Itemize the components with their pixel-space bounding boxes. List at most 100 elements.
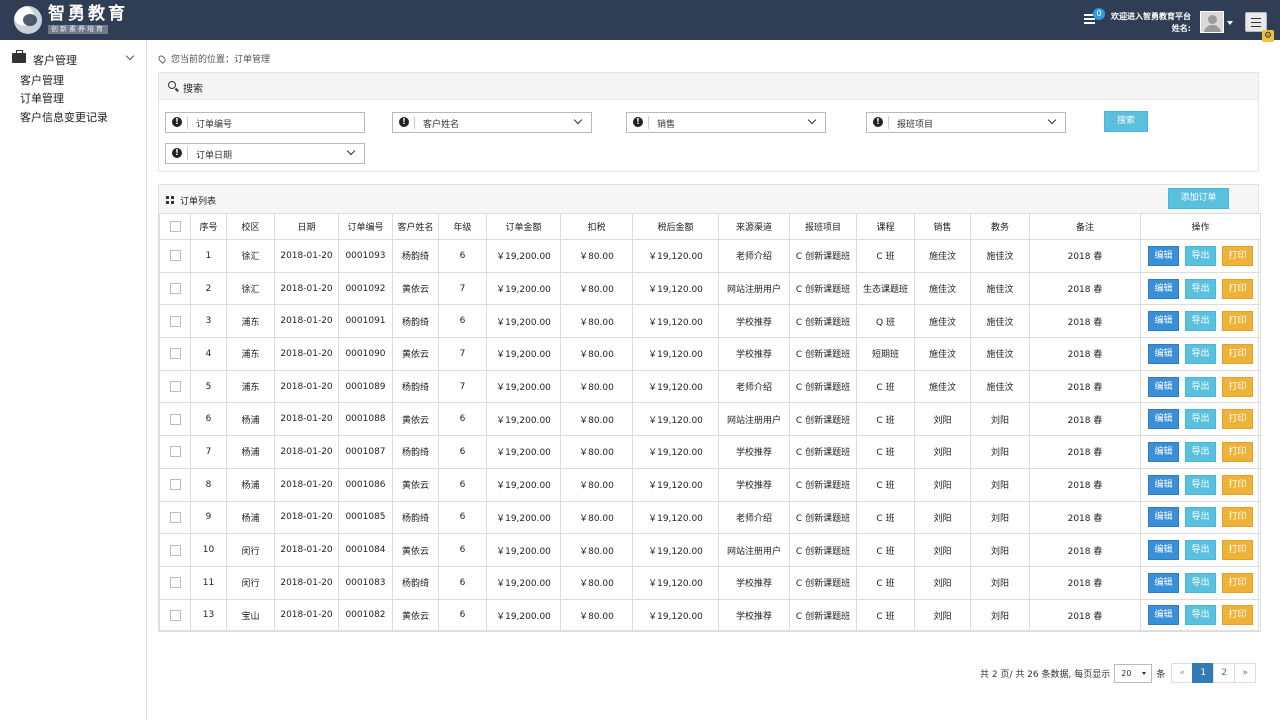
print-button[interactable]: 打印	[1222, 311, 1253, 332]
course-select[interactable]: ! 报班项目	[866, 112, 1066, 133]
select-all-checkbox[interactable]	[169, 221, 181, 232]
order-number-input[interactable]: ! 订单编号	[165, 112, 365, 133]
column-header: 销售	[914, 213, 971, 240]
cell-academic-affairs: 刘阳	[970, 500, 1030, 535]
edit-button[interactable]: 编辑	[1148, 311, 1179, 332]
export-button[interactable]: 导出	[1185, 507, 1216, 528]
export-button[interactable]: 导出	[1185, 572, 1216, 593]
cell-tax: ￥80.00	[560, 500, 633, 535]
sidebar-item-change-log[interactable]: 客户信息变更记录	[20, 109, 108, 125]
row-checkbox-cell[interactable]	[159, 598, 191, 633]
row-checkbox-cell[interactable]	[159, 304, 191, 339]
cell-sales: 施佳汶	[914, 271, 971, 306]
print-button[interactable]: 打印	[1222, 278, 1253, 299]
customer-name-select[interactable]: ! 客户姓名	[392, 112, 592, 133]
row-checkbox[interactable]	[169, 381, 181, 393]
notification-button[interactable]: 0	[1084, 8, 1105, 28]
menu-toggle-button[interactable]	[1245, 12, 1267, 32]
brand-logo[interactable]: 智勇教育 创新素养培育	[14, 5, 128, 34]
row-checkbox[interactable]	[169, 283, 181, 295]
export-button[interactable]: 导出	[1185, 278, 1216, 299]
export-button[interactable]: 导出	[1185, 474, 1216, 495]
page-2-button[interactable]: 2	[1213, 663, 1236, 683]
edit-button[interactable]: 编辑	[1148, 343, 1179, 364]
row-checkbox-cell[interactable]	[159, 369, 191, 404]
row-checkbox[interactable]	[169, 446, 181, 458]
edit-button[interactable]: 编辑	[1148, 245, 1179, 266]
row-checkbox-cell[interactable]	[159, 271, 191, 306]
print-button[interactable]: 打印	[1222, 409, 1253, 430]
export-button[interactable]: 导出	[1185, 441, 1216, 462]
sales-select[interactable]: ! 销售	[626, 112, 826, 133]
row-checkbox[interactable]	[169, 544, 181, 556]
edit-button[interactable]: 编辑	[1148, 441, 1179, 462]
row-checkbox-cell[interactable]	[159, 337, 191, 371]
edit-button[interactable]: 编辑	[1148, 605, 1179, 626]
print-button[interactable]: 打印	[1222, 441, 1253, 462]
caret-down-icon[interactable]	[1227, 21, 1233, 25]
export-button[interactable]: 导出	[1185, 343, 1216, 364]
row-checkbox-cell[interactable]	[159, 435, 191, 469]
export-button[interactable]: 导出	[1185, 245, 1216, 266]
cell-remark: 2018 春	[1029, 369, 1141, 404]
export-button[interactable]: 导出	[1185, 409, 1216, 430]
print-button[interactable]: 打印	[1222, 474, 1253, 495]
print-button[interactable]: 打印	[1222, 540, 1253, 561]
page-size-select[interactable]: 20	[1114, 663, 1153, 683]
print-button[interactable]: 打印	[1222, 343, 1253, 364]
row-checkbox[interactable]	[169, 413, 181, 425]
edit-button[interactable]: 编辑	[1148, 572, 1179, 593]
course-placeholder: 报班项目	[897, 120, 934, 130]
row-checkbox-cell[interactable]	[159, 402, 191, 437]
cell-grade: 6	[438, 500, 487, 535]
cell-date: 2018-01-20	[274, 337, 339, 371]
add-order-button[interactable]: 添加订单	[1168, 188, 1229, 209]
row-checkbox[interactable]	[169, 479, 181, 491]
row-checkbox[interactable]	[169, 250, 181, 262]
cell-order-amount: ￥19,200.00	[486, 500, 561, 535]
row-checkbox-cell[interactable]	[159, 500, 191, 535]
cell-remark: 2018 春	[1029, 304, 1141, 339]
prev-page-button[interactable]: «	[1171, 663, 1194, 683]
row-checkbox[interactable]	[169, 577, 181, 589]
edit-button[interactable]: 编辑	[1148, 278, 1179, 299]
cell-remark: 2018 春	[1029, 500, 1141, 535]
export-button[interactable]: 导出	[1185, 540, 1216, 561]
edit-button[interactable]: 编辑	[1148, 474, 1179, 495]
sidebar-group-customer[interactable]: 客户管理	[12, 50, 137, 67]
cell-academic-affairs: 施佳汶	[970, 337, 1030, 371]
order-date-select[interactable]: ! 订单日期	[165, 143, 365, 164]
print-button[interactable]: 打印	[1222, 572, 1253, 593]
edit-button[interactable]: 编辑	[1148, 507, 1179, 528]
print-button[interactable]: 打印	[1222, 507, 1253, 528]
cell-remark: 2018 春	[1029, 402, 1141, 437]
page-1-button[interactable]: 1	[1192, 663, 1215, 683]
export-button[interactable]: 导出	[1185, 605, 1216, 626]
row-checkbox[interactable]	[169, 348, 181, 360]
edit-button[interactable]: 编辑	[1148, 540, 1179, 561]
export-button[interactable]: 导出	[1185, 376, 1216, 397]
row-checkbox-cell[interactable]	[159, 239, 191, 273]
row-checkbox-cell[interactable]	[159, 533, 191, 567]
gear-icon[interactable]: ⚙	[1262, 30, 1274, 42]
row-checkbox[interactable]	[169, 315, 181, 327]
cell-customer-name: 杨韵绮	[392, 500, 439, 535]
next-page-button[interactable]: »	[1234, 663, 1257, 683]
select-all-checkbox-cell[interactable]	[159, 213, 191, 240]
print-button[interactable]: 打印	[1222, 376, 1253, 397]
search-button[interactable]: 搜索	[1104, 111, 1148, 132]
row-checkbox-cell[interactable]	[159, 467, 191, 502]
print-button[interactable]: 打印	[1222, 605, 1253, 626]
cell-class: C 班	[856, 402, 915, 437]
sidebar-item-customer[interactable]: 客户管理	[20, 72, 64, 88]
print-button[interactable]: 打印	[1222, 245, 1253, 266]
row-checkbox[interactable]	[169, 609, 181, 621]
row-checkbox[interactable]	[169, 511, 181, 523]
edit-button[interactable]: 编辑	[1148, 376, 1179, 397]
row-checkbox-cell[interactable]	[159, 565, 191, 600]
sidebar-item-orders[interactable]: 订单管理	[20, 90, 64, 106]
user-avatar[interactable]	[1200, 11, 1224, 33]
edit-button[interactable]: 编辑	[1148, 409, 1179, 430]
cell-campus: 浦东	[226, 369, 275, 404]
export-button[interactable]: 导出	[1185, 311, 1216, 332]
